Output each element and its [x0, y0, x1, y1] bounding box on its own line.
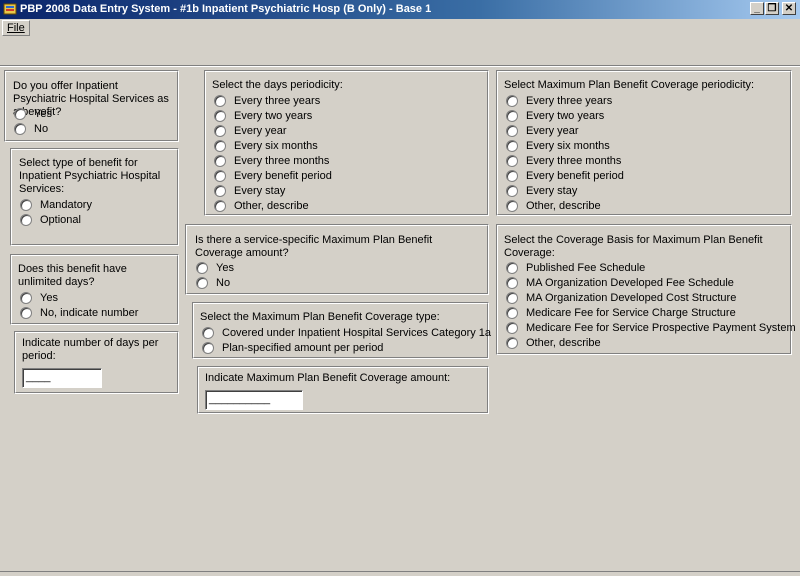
radio-button[interactable] — [214, 125, 226, 137]
radio-button[interactable] — [196, 277, 208, 289]
radio-button[interactable] — [214, 170, 226, 182]
title-bar: PBP 2008 Data Entry System - #1b Inpatie… — [0, 0, 800, 19]
radio-button[interactable] — [506, 140, 518, 152]
benefit-type-question: Select type of benefit for Inpatient Psy… — [19, 157, 161, 195]
radio-button[interactable] — [20, 307, 32, 319]
radio-button[interactable] — [20, 292, 32, 304]
max-type-panel: Select the Maximum Plan Benefit Coverage… — [192, 302, 491, 359]
max-amount-panel: Indicate Maximum Plan Benefit Coverage a… — [197, 366, 489, 414]
radio-button[interactable] — [202, 342, 214, 354]
num-days-panel: Indicate number of days per period: ____ — [14, 331, 179, 394]
benefit-type-panel: Select type of benefit for Inpatient Psy… — [10, 148, 179, 246]
unlimited-panel: Does this benefit have unlimited days? Y… — [10, 254, 179, 325]
num-days-field[interactable]: ____ — [22, 368, 102, 388]
app-icon — [3, 3, 17, 15]
max-periodicity-question: Select Maximum Plan Benefit Coverage per… — [504, 79, 755, 91]
bottom-divider — [0, 571, 800, 576]
days-periodicity-panel: Select the days periodicity: Every three… — [204, 70, 489, 216]
toolbar-divider — [0, 65, 800, 67]
radio-button[interactable] — [506, 322, 518, 334]
menu-file-label: File — [7, 22, 25, 34]
coverage-basis-question: Select the Coverage Basis for Maximum Pl… — [504, 234, 763, 259]
radio-button[interactable] — [506, 277, 518, 289]
radio-button[interactable] — [506, 155, 518, 167]
minimize-button[interactable]: _ — [750, 2, 764, 15]
radio-button[interactable] — [214, 140, 226, 152]
service-max-panel: Is there a service-specific Maximum Plan… — [185, 224, 489, 295]
radio-button[interactable] — [506, 110, 518, 122]
radio-button[interactable] — [214, 185, 226, 197]
radio-button[interactable] — [506, 337, 518, 349]
service-max-question: Is there a service-specific Maximum Plan… — [195, 234, 433, 259]
radio-button[interactable] — [14, 123, 26, 135]
radio-button[interactable] — [202, 327, 214, 339]
coverage-basis-panel: Select the Coverage Basis for Maximum Pl… — [496, 224, 796, 355]
radio-button[interactable] — [506, 262, 518, 274]
radio-button[interactable] — [14, 108, 26, 120]
menu-bar: File — [0, 19, 800, 37]
menu-file[interactable]: File — [2, 20, 30, 36]
days-periodicity-question: Select the days periodicity: — [212, 79, 343, 91]
radio-button[interactable] — [20, 199, 32, 211]
radio-button[interactable] — [196, 262, 208, 274]
radio-button[interactable] — [506, 307, 518, 319]
radio-button[interactable] — [506, 185, 518, 197]
radio-button[interactable] — [506, 95, 518, 107]
unlimited-question: Does this benefit have unlimited days? — [18, 263, 127, 288]
window-title: PBP 2008 Data Entry System - #1b Inpatie… — [20, 3, 432, 15]
radio-button[interactable] — [214, 155, 226, 167]
close-button[interactable]: ✕ — [782, 2, 796, 15]
radio-button[interactable] — [506, 125, 518, 137]
radio-button[interactable] — [214, 110, 226, 122]
max-periodicity-panel: Select Maximum Plan Benefit Coverage per… — [496, 70, 792, 216]
radio-button[interactable] — [506, 200, 518, 212]
max-amount-field[interactable]: __________ — [205, 390, 303, 410]
restore-button[interactable]: ❐ — [765, 2, 779, 15]
radio-button[interactable] — [214, 95, 226, 107]
num-days-question: Indicate number of days per period: — [22, 337, 159, 362]
max-type-question: Select the Maximum Plan Benefit Coverage… — [200, 311, 440, 323]
radio-button[interactable] — [506, 292, 518, 304]
max-amount-question: Indicate Maximum Plan Benefit Coverage a… — [205, 372, 451, 384]
radio-button[interactable] — [506, 170, 518, 182]
radio-button[interactable] — [214, 200, 226, 212]
radio-button[interactable] — [20, 214, 32, 226]
offer-panel: Do you offer Inpatient Psychiatric Hospi… — [4, 70, 179, 142]
